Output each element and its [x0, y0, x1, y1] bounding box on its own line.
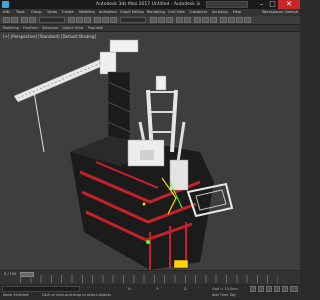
tab-object-paint[interactable]: Object Paint: [62, 25, 83, 31]
prompt-line: Click or click-and-drag to select object…: [42, 293, 111, 297]
minimize-button[interactable]: –: [256, 0, 267, 9]
tab-modeling[interactable]: Modeling: [3, 25, 19, 31]
tab-selection[interactable]: Selection: [42, 25, 58, 31]
timeline[interactable]: 0 / 100: [0, 270, 300, 284]
scale-icon[interactable]: [110, 17, 117, 23]
main-toolbar: [0, 16, 300, 25]
selection-status: None Selected: [3, 293, 29, 297]
menu-customize[interactable]: Customize: [189, 9, 207, 16]
menu-edit[interactable]: Edit: [3, 9, 10, 16]
menu-scripting[interactable]: Scripting: [212, 9, 228, 16]
menu-help[interactable]: Help: [233, 9, 241, 16]
render-setup-icon[interactable]: [228, 17, 235, 23]
rotate-icon[interactable]: [102, 17, 109, 23]
selection-filter-dropdown[interactable]: [39, 17, 65, 23]
link-icon[interactable]: [21, 17, 28, 23]
ribbon: Modeling Freeform Selection Object Paint…: [0, 25, 300, 32]
reference-coordinate-dropdown[interactable]: [120, 17, 146, 23]
go-to-end-icon[interactable]: [282, 286, 288, 292]
tab-freeform[interactable]: Freeform: [23, 25, 39, 31]
menu-modifiers[interactable]: Modifiers: [79, 9, 95, 16]
move-icon[interactable]: [94, 17, 101, 23]
rendered-frame-window-icon[interactable]: [236, 17, 243, 23]
next-frame-icon[interactable]: [274, 286, 280, 292]
search-input[interactable]: [206, 1, 248, 8]
select-by-name-icon[interactable]: [76, 17, 83, 23]
menu-graph-editors[interactable]: Graph Editors: [120, 9, 144, 16]
menu-civil-view[interactable]: Civil View: [168, 9, 185, 16]
select-object-icon[interactable]: [68, 17, 75, 23]
oil-rig-model[interactable]: [0, 32, 300, 270]
snap-icon[interactable]: [150, 17, 157, 23]
menu-bar: Edit Tools Group Views Create Modifiers …: [0, 9, 300, 16]
play-icon[interactable]: [266, 286, 272, 292]
maximize-button[interactable]: □: [267, 0, 278, 9]
schematic-view-icon[interactable]: [210, 17, 217, 23]
mirror-icon[interactable]: [176, 17, 183, 23]
crane-boom: [13, 39, 139, 153]
align-icon[interactable]: [184, 17, 191, 23]
workspace-selector[interactable]: Workspaces: Default: [262, 9, 298, 16]
track-bar[interactable]: [20, 275, 278, 283]
menu-animation[interactable]: Animation: [99, 9, 117, 16]
render-production-icon[interactable]: [244, 17, 251, 23]
menu-group[interactable]: Group: [31, 9, 42, 16]
x-coordinate-label: X:: [128, 287, 132, 291]
app-logo-icon[interactable]: [2, 1, 9, 8]
layer-explorer-icon[interactable]: [194, 17, 201, 23]
percent-snap-icon[interactable]: [166, 17, 173, 23]
close-button[interactable]: ✕: [278, 0, 300, 9]
add-time-tag[interactable]: Add Time Tag: [212, 293, 236, 298]
menu-rendering[interactable]: Rendering: [147, 9, 165, 16]
menu-views[interactable]: Views: [47, 9, 57, 16]
tab-populate[interactable]: Populate: [88, 25, 103, 31]
frame-counter: 0 / 100: [4, 272, 17, 276]
menu-tools[interactable]: Tools: [16, 9, 25, 16]
y-coordinate-label: Y:: [156, 287, 159, 291]
redo-icon[interactable]: [11, 17, 18, 23]
unlink-icon[interactable]: [29, 17, 36, 23]
window-title: Autodesk 3ds Max 2017 Untitled - Autodes…: [96, 2, 200, 7]
rectangle-selection-icon[interactable]: [84, 17, 91, 23]
material-editor-icon[interactable]: [220, 17, 227, 23]
previous-frame-icon[interactable]: [258, 286, 264, 292]
perspective-viewport[interactable]: [+] [Perspective] [Standard] [Default Sh…: [0, 32, 300, 270]
title-bar: Autodesk 3ds Max 2017 Untitled - Autodes…: [0, 0, 300, 9]
angle-snap-icon[interactable]: [158, 17, 165, 23]
menu-create[interactable]: Create: [62, 9, 74, 16]
status-bar: None Selected Click or click-and-drag to…: [0, 284, 300, 300]
curve-editor-icon[interactable]: [202, 17, 209, 23]
zoom-extents-icon[interactable]: [290, 286, 298, 292]
go-to-start-icon[interactable]: [250, 286, 256, 292]
z-coordinate-label: Z:: [184, 287, 188, 291]
undo-icon[interactable]: [3, 17, 10, 23]
grid-size: Grid = 10,0cm: [212, 287, 238, 291]
